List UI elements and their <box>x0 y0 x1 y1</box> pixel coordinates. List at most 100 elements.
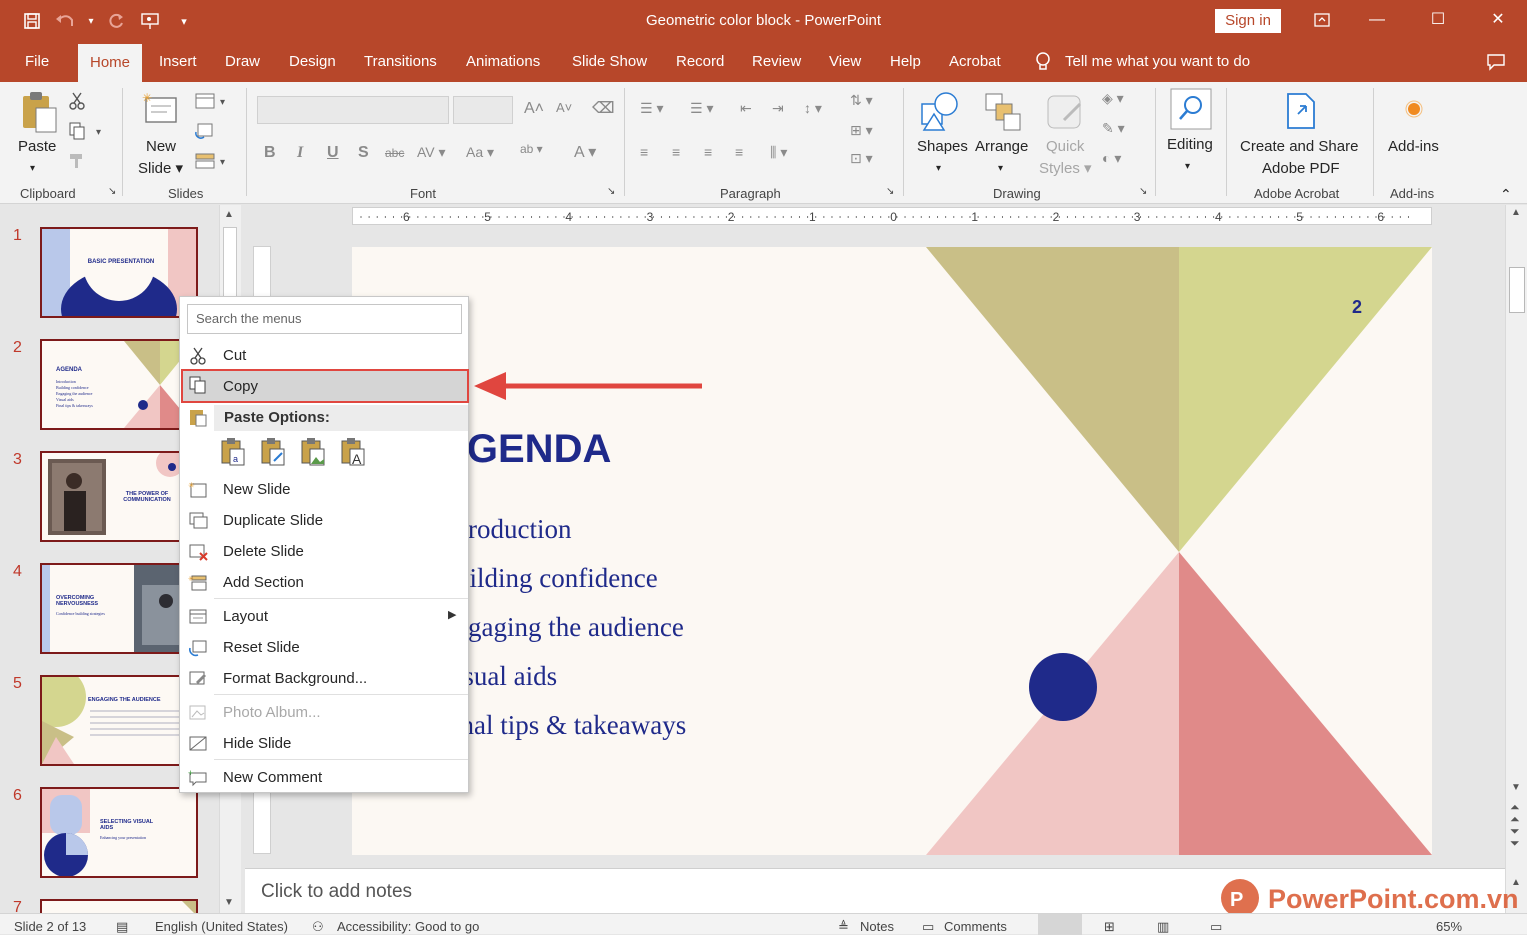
new-slide-label-1[interactable]: New <box>146 136 176 157</box>
notes-toggle[interactable]: Notes <box>860 919 894 934</box>
menu-item-add-section[interactable]: ✳ Add Section <box>180 568 468 598</box>
scroll-down-icon[interactable]: ▼ <box>224 897 234 908</box>
tab-acrobat[interactable]: Acrobat <box>949 42 1001 82</box>
tab-animations[interactable]: Animations <box>466 42 540 82</box>
slide-thumbnail-4[interactable]: OVERCOMING NERVOUSNESS Confidence buildi… <box>40 563 198 654</box>
comments-icon[interactable] <box>1486 42 1506 82</box>
menu-search-input[interactable]: Search the menus <box>187 304 462 334</box>
layout-icon[interactable]: ▾ <box>194 92 230 115</box>
arrange-button[interactable]: Arrange <box>975 136 1028 157</box>
slide-scrollbar[interactable]: ▲ ▼ ⏶ ⏶ ⏷ ⏷ ▲ <box>1505 205 1527 913</box>
paste-picture-icon[interactable] <box>300 437 328 467</box>
quick-styles-icon[interactable] <box>1046 92 1086 137</box>
increase-indent-icon[interactable]: ⇥ <box>772 100 784 117</box>
quick-styles-label-1[interactable]: Quick <box>1046 136 1084 157</box>
tab-help[interactable]: Help <box>890 42 921 82</box>
menu-item-new-comment[interactable]: + New Comment <box>180 763 468 793</box>
paste-dropdown-icon[interactable]: ▾ <box>30 158 35 179</box>
tab-slide-show[interactable]: Slide Show <box>572 42 647 82</box>
language-status[interactable]: English (United States) <box>155 919 288 934</box>
reset-icon[interactable] <box>194 122 214 145</box>
line-spacing-icon[interactable]: ↕ ▾ <box>804 100 822 117</box>
tab-review[interactable]: Review <box>752 42 801 82</box>
underline-icon[interactable]: U <box>327 144 339 162</box>
section-icon[interactable]: ▾ <box>194 152 230 175</box>
comments-status-icon[interactable]: ▭ <box>922 919 934 935</box>
highlight-icon[interactable]: ab ▾ <box>520 142 543 156</box>
shapes-icon[interactable] <box>920 90 962 139</box>
font-color-icon[interactable]: A ▾ <box>574 142 596 162</box>
paste-icon[interactable] <box>20 90 58 139</box>
next-slide-icon[interactable]: ⏷ ⏷ <box>1510 825 1520 849</box>
slide-canvas[interactable]: 2 AGENDA Introduction Building confidenc… <box>352 247 1432 855</box>
new-slide-button[interactable]: Slide ▾ <box>138 158 183 179</box>
smartart-icon[interactable]: ⊡ ▾ <box>850 150 873 167</box>
zoom-level[interactable]: 65% <box>1436 919 1462 934</box>
menu-item-cut[interactable]: Cut <box>180 341 468 371</box>
quick-styles-button[interactable]: Styles ▾ <box>1039 158 1092 179</box>
close-icon[interactable]: ✕ <box>1478 6 1518 34</box>
scroll-down-icon[interactable]: ▼ <box>1511 782 1521 793</box>
tab-draw[interactable]: Draw <box>225 42 260 82</box>
editing-dropdown-icon[interactable]: ▾ <box>1185 156 1190 177</box>
spelling-icon[interactable]: ▤ <box>116 919 128 935</box>
collapse-ribbon-icon[interactable]: ⌃ <box>1500 184 1512 205</box>
scroll-up-icon[interactable]: ▲ <box>224 209 234 220</box>
shape-fill-icon[interactable]: ◈ ▾ <box>1102 90 1124 107</box>
change-case-icon[interactable]: Aa ▾ <box>466 144 494 161</box>
text-direction-icon[interactable]: ⇅ ▾ <box>850 92 873 109</box>
menu-item-delete-slide[interactable]: Delete Slide <box>180 537 468 567</box>
maximize-icon[interactable]: ☐ <box>1418 6 1458 34</box>
notes-icon[interactable]: ≜ <box>838 919 849 935</box>
ribbon-display-icon[interactable] <box>1302 6 1342 34</box>
decrease-indent-icon[interactable]: ⇤ <box>740 100 752 117</box>
copy-icon[interactable]: ▾ <box>68 122 104 145</box>
adobe-pdf-icon[interactable] <box>1284 92 1320 137</box>
align-right-icon[interactable]: ≡ <box>704 144 712 160</box>
scroll-thumb[interactable] <box>223 227 237 307</box>
slide-agenda-list[interactable]: Introduction Building confidence Engagin… <box>438 505 686 750</box>
decrease-font-icon[interactable]: A˅ <box>556 100 572 115</box>
arrange-icon[interactable] <box>984 92 1022 137</box>
tab-insert[interactable]: Insert <box>159 42 197 82</box>
slide-thumbnail-5[interactable]: ENGAGING THE AUDIENCE <box>40 675 198 766</box>
font-name-combo[interactable] <box>257 96 449 124</box>
slide-counter[interactable]: Slide 2 of 13 <box>14 919 86 934</box>
tab-view[interactable]: View <box>829 42 861 82</box>
tell-me-search[interactable]: Tell me what you want to do <box>1035 42 1250 82</box>
slide-thumbnail-3[interactable]: THE POWER OF COMMUNICATION <box>40 451 198 542</box>
menu-item-duplicate-slide[interactable]: Duplicate Slide <box>180 506 468 536</box>
align-center-icon[interactable]: ≡ <box>672 144 680 160</box>
increase-font-icon[interactable]: A˄ <box>524 100 544 118</box>
addins-icon[interactable] <box>1405 100 1423 123</box>
slide-thumbnail-7[interactable] <box>40 899 198 913</box>
clear-format-icon[interactable]: ⌫ <box>592 98 615 118</box>
comments-toggle[interactable]: Comments <box>944 919 1007 934</box>
menu-item-format-background[interactable]: Format Background... <box>180 664 468 694</box>
accessibility-icon[interactable]: ⚇ <box>312 919 324 935</box>
create-share-label-2[interactable]: Adobe PDF <box>1262 158 1340 179</box>
menu-item-layout[interactable]: Layout ▶ <box>180 602 468 632</box>
editing-button[interactable]: Editing <box>1167 134 1213 155</box>
char-spacing-icon[interactable]: AV ▾ <box>417 144 446 161</box>
normal-view-icon[interactable] <box>1038 914 1082 935</box>
previous-slide-icon[interactable]: ⏶ ⏶ <box>1510 801 1520 825</box>
arrange-dropdown-icon[interactable]: ▾ <box>998 158 1003 179</box>
shape-outline-icon[interactable]: ✎ ▾ <box>1102 120 1125 137</box>
paste-button[interactable]: Paste <box>18 136 56 157</box>
tab-home[interactable]: Home <box>78 44 143 82</box>
paste-text-only-icon[interactable]: A <box>340 437 368 467</box>
cut-icon[interactable] <box>68 92 86 115</box>
shape-effects-icon[interactable]: ◐ ▾ <box>1102 150 1121 167</box>
create-share-label-1[interactable]: Create and Share <box>1240 136 1358 157</box>
scroll-up-icon[interactable]: ▲ <box>1511 207 1521 218</box>
numbering-icon[interactable]: ☰ ▾ <box>690 100 713 117</box>
align-text-icon[interactable]: ⊞ ▾ <box>850 122 873 139</box>
paste-use-destination-theme-icon[interactable]: a <box>220 437 248 467</box>
reading-view-icon[interactable]: ▥ <box>1157 919 1169 935</box>
italic-icon[interactable]: I <box>297 144 303 162</box>
bullets-icon[interactable]: ☰ ▾ <box>640 100 663 117</box>
justify-icon[interactable]: ≡ <box>735 144 743 160</box>
font-size-combo[interactable] <box>453 96 513 124</box>
tab-design[interactable]: Design <box>289 42 336 82</box>
